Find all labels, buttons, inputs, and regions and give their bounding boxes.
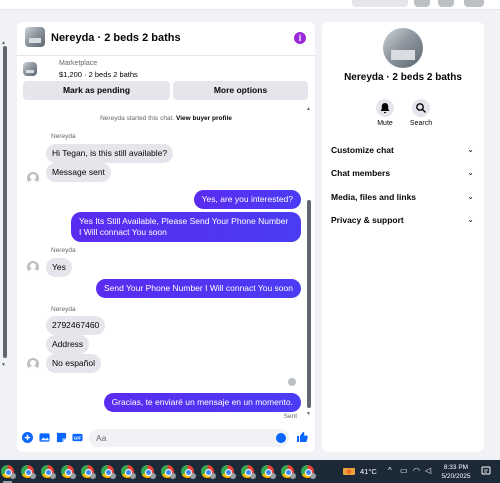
search-button[interactable]: Search: [403, 99, 439, 127]
chrome-icon[interactable]: [261, 465, 276, 479]
marketplace-label: Marketplace: [59, 60, 98, 67]
chat-panel: Nereyda · 2 beds 2 baths i Marketplace $…: [17, 22, 315, 452]
listing-price: $1,200 · 2 beds 2 baths: [59, 70, 138, 79]
clock[interactable]: 8:33 PM 5/20/2025: [441, 463, 471, 481]
chrome-icon[interactable]: [41, 465, 56, 479]
chrome-icon[interactable]: [121, 465, 136, 479]
chrome-icon[interactable]: [221, 465, 236, 479]
notifications-icon[interactable]: [438, 0, 454, 7]
outgoing-message[interactable]: Send Your Phone Number I Will connact Yo…: [95, 279, 301, 298]
chevron-down-icon: ⌄: [467, 192, 474, 201]
mark-as-pending-button[interactable]: Mark as pending: [23, 81, 170, 100]
chrome-icon[interactable]: [141, 465, 156, 479]
chrome-icon[interactable]: [281, 465, 296, 479]
chrome-icon[interactable]: [201, 465, 216, 479]
thumbs-up-icon[interactable]: [296, 431, 308, 443]
wifi-icon[interactable]: ◠: [413, 466, 420, 475]
top-search-field[interactable]: [352, 0, 408, 7]
read-receipt-avatar: [288, 378, 296, 386]
listing-profile-photo[interactable]: [383, 28, 423, 68]
search-label: Search: [409, 120, 433, 127]
chrome-icon[interactable]: [1, 465, 16, 479]
section-label: Chat members: [331, 168, 391, 178]
incoming-message[interactable]: 2792467460: [46, 316, 106, 335]
chevron-down-icon: ⌄: [467, 215, 474, 224]
chevron-up-icon[interactable]: ^: [388, 466, 392, 475]
sender-name: Nereyda: [51, 306, 76, 313]
chrome-icon[interactable]: [161, 465, 176, 479]
chrome-icon[interactable]: [101, 465, 116, 479]
chat-started-notice: Nereyda started this chat. View buyer pr…: [17, 115, 315, 122]
emoji-icon[interactable]: [276, 433, 286, 443]
chat-header: Nereyda · 2 beds 2 baths i: [17, 22, 315, 56]
search-icon: [412, 99, 430, 117]
chrome-icon[interactable]: [181, 465, 196, 479]
chat-scrollbar[interactable]: [307, 200, 311, 408]
keyboard-icon[interactable]: ▭: [400, 466, 408, 475]
date-text: 5/20/2025: [441, 473, 471, 480]
plus-circle-icon[interactable]: [22, 432, 33, 443]
chat-title[interactable]: Nereyda · 2 beds 2 baths: [51, 32, 181, 44]
mute-button[interactable]: Mute: [367, 99, 403, 127]
more-options-button[interactable]: More options: [173, 81, 308, 100]
chat-members-row[interactable]: Chat members ⌄: [331, 166, 476, 180]
listing-small-thumbnail: [23, 62, 37, 76]
mute-label: Mute: [377, 120, 393, 127]
browser-top-strip: [0, 0, 500, 10]
privacy-support-row[interactable]: Privacy & support ⌄: [331, 213, 476, 227]
chrome-icon[interactable]: [301, 465, 316, 479]
outgoing-message[interactable]: Yes, are you interested?: [193, 190, 301, 209]
incoming-message[interactable]: Address: [46, 335, 90, 354]
photo-icon[interactable]: [39, 432, 50, 443]
chrome-icon[interactable]: [81, 465, 96, 479]
listing-thumbnail[interactable]: [25, 27, 45, 47]
avatar[interactable]: [27, 261, 39, 273]
sender-name: Nereyda: [51, 133, 76, 140]
incoming-message[interactable]: No español: [46, 354, 102, 373]
chrome-icon[interactable]: [21, 465, 36, 479]
svg-text:GIF: GIF: [74, 436, 82, 441]
page-scroll-down-icon[interactable]: ▼: [1, 362, 6, 368]
chat-scroll-up-icon[interactable]: ▲: [306, 106, 311, 112]
weather-sun-icon[interactable]: [342, 466, 356, 476]
media-files-links-row[interactable]: Media, files and links ⌄: [331, 190, 476, 204]
message-composer: GIF Aa: [17, 424, 315, 452]
avatar[interactable]: [27, 172, 39, 184]
chat-scroll-down-icon[interactable]: ▼: [306, 411, 311, 417]
sender-name: Nereyda: [51, 247, 76, 254]
temperature[interactable]: 41°C: [360, 467, 377, 476]
section-label: Media, files and links: [331, 192, 417, 202]
avatar[interactable]: [27, 358, 39, 370]
customize-chat-row[interactable]: Customize chat ⌄: [331, 143, 476, 157]
bell-icon: [376, 99, 394, 117]
sent-status: Sent: [283, 413, 297, 420]
menu-icon[interactable]: [414, 0, 430, 7]
info-icon[interactable]: i: [294, 32, 306, 44]
message-input[interactable]: Aa: [89, 429, 289, 447]
account-icon[interactable]: [464, 0, 484, 7]
chevron-down-icon: ⌄: [467, 145, 474, 154]
conversation-details-panel: Nereyda · 2 beds 2 baths Mute Search Cus…: [322, 22, 484, 452]
profile-name: Nereyda · 2 beds 2 baths: [344, 72, 462, 83]
chrome-icon[interactable]: [61, 465, 76, 479]
volume-icon[interactable]: ◁: [425, 466, 431, 475]
time-text: 8:33 PM: [443, 464, 469, 471]
incoming-message[interactable]: Message sent: [46, 163, 111, 182]
incoming-message[interactable]: Yes: [46, 258, 72, 277]
sticker-icon[interactable]: [56, 432, 67, 443]
chrome-icon[interactable]: [241, 465, 256, 479]
section-label: Customize chat: [331, 145, 394, 155]
outgoing-message[interactable]: Gracias, te enviaré un mensaje en un mom…: [103, 393, 301, 412]
view-buyer-profile-link[interactable]: View buyer profile: [176, 115, 232, 122]
page-scrollbar[interactable]: [3, 46, 7, 358]
windows-taskbar: 41°C ^ ▭ ◠ ◁ 8:33 PM 5/20/2025: [0, 460, 500, 483]
chevron-down-icon: ⌄: [467, 168, 474, 177]
notification-center-icon[interactable]: [481, 466, 491, 476]
chat-started-text: Nereyda started this chat.: [100, 115, 175, 122]
incoming-message[interactable]: Hi Tegan, is this still available?: [46, 144, 174, 163]
outgoing-message[interactable]: Yes Its Still Available, Please Send You…: [71, 212, 301, 242]
section-label: Privacy & support: [331, 215, 404, 225]
gif-icon[interactable]: GIF: [72, 432, 83, 443]
